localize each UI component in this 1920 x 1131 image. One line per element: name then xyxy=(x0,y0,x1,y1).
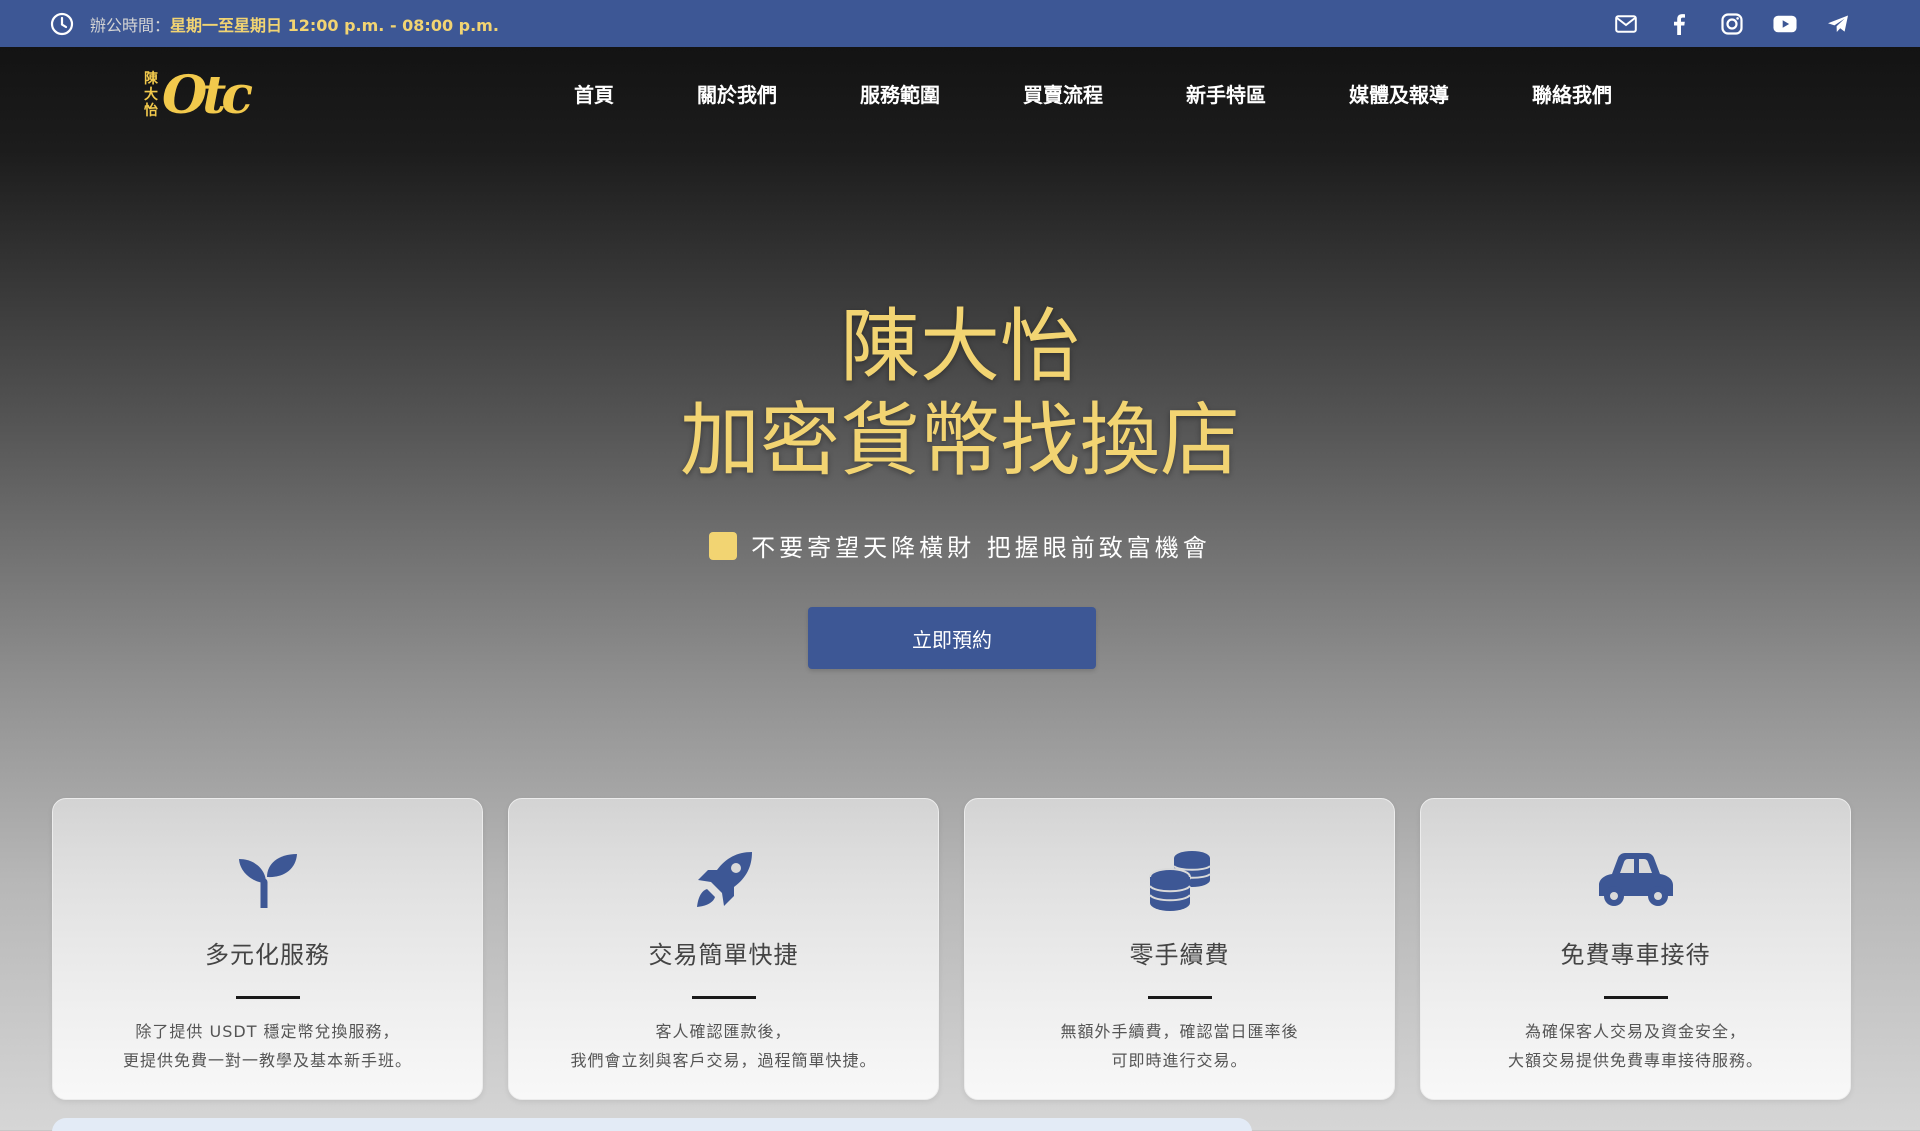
feature-card: 多元化服務 除了提供 USDT 穩定幣兌換服務， 更提供免費一對一教學及基本新手… xyxy=(52,798,483,1100)
site-logo[interactable]: 陳 大 怡 Otc xyxy=(144,63,256,127)
feature-desc-line: 更提供免費一對一教學及基本新手班。 xyxy=(122,1051,412,1070)
logo-chinese-name: 陳 大 怡 xyxy=(144,71,158,119)
hero-subtitle: 不要寄望天降橫財 把握眼前致富機會 xyxy=(0,528,1920,563)
main-nav: 首頁 關於我們 服務範圍 買賣流程 新手特區 媒體及報導 聯絡我們 xyxy=(574,47,1612,139)
feature-cards: 多元化服務 除了提供 USDT 穩定幣兌換服務， 更提供免費一對一教學及基本新手… xyxy=(52,798,1852,1100)
hero-subtitle-text: 不要寄望天降橫財 把握眼前致富機會 xyxy=(751,534,1211,562)
book-now-button[interactable]: 立即預約 xyxy=(808,607,1096,669)
top-bar: 辦公時間：星期一至星期日 12:00 p.m. - 08:00 p.m. xyxy=(0,0,1920,47)
office-hours-text: 辦公時間：星期一至星期日 12:00 p.m. - 08:00 p.m. xyxy=(90,12,499,36)
feature-desc-line: 我們會立刻與客戶交易，過程簡單快捷。 xyxy=(570,1051,877,1070)
office-hours: 辦公時間：星期一至星期日 12:00 p.m. - 08:00 p.m. xyxy=(50,12,499,36)
clock-icon xyxy=(50,12,74,35)
social-links xyxy=(1614,12,1870,36)
coins-icon xyxy=(1140,845,1220,915)
square-bullet-icon xyxy=(709,531,738,560)
mail-icon[interactable] xyxy=(1614,12,1638,36)
telegram-icon[interactable] xyxy=(1826,12,1850,36)
divider xyxy=(1603,996,1668,999)
feature-desc-line: 客人確認匯款後， xyxy=(655,1022,792,1041)
feature-desc-line: 無額外手續費，確認當日匯率後 xyxy=(1060,1022,1299,1041)
divider xyxy=(235,996,300,999)
feature-title: 交易簡單快捷 xyxy=(648,941,799,969)
nav-item-home[interactable]: 首頁 xyxy=(574,79,614,108)
feature-title: 零手續費 xyxy=(1129,941,1230,969)
feature-desc-line: 可即時進行交易。 xyxy=(1111,1051,1248,1070)
feature-card: 免費專車接待 為確保客人交易及資金安全， 大額交易提供免費專車接待服務。 xyxy=(1420,798,1851,1100)
facebook-icon[interactable] xyxy=(1667,12,1691,36)
rocket-icon xyxy=(684,845,764,915)
logo-char: 怡 xyxy=(144,103,158,119)
divider xyxy=(1147,996,1212,999)
office-hours-value: 星期一至星期日 12:00 p.m. - 08:00 p.m. xyxy=(170,15,499,35)
nav-item-about[interactable]: 關於我們 xyxy=(697,79,777,108)
feature-desc-line: 除了提供 USDT 穩定幣兌換服務， xyxy=(135,1022,400,1041)
feature-description: 為確保客人交易及資金安全， 大額交易提供免費專車接待服務。 xyxy=(1508,1017,1763,1075)
feature-card: 交易簡單快捷 客人確認匯款後， 我們會立刻與客戶交易，過程簡單快捷。 xyxy=(508,798,939,1100)
office-hours-label: 辦公時間： xyxy=(90,15,171,35)
hero-title: 陳大怡 加密貨幣找換店 xyxy=(0,300,1920,488)
youtube-icon[interactable] xyxy=(1773,12,1797,36)
logo-char: 陳 xyxy=(144,71,158,87)
logo-char: 大 xyxy=(144,87,158,103)
instagram-icon[interactable] xyxy=(1720,12,1744,36)
feature-description: 無額外手續費，確認當日匯率後 可即時進行交易。 xyxy=(1060,1017,1298,1075)
nav-item-contact[interactable]: 聯絡我們 xyxy=(1532,79,1612,108)
nav-item-services[interactable]: 服務範圍 xyxy=(860,79,940,108)
nav-item-media[interactable]: 媒體及報導 xyxy=(1349,79,1449,108)
feature-description: 除了提供 USDT 穩定幣兌換服務， 更提供免費一對一教學及基本新手班。 xyxy=(123,1017,412,1075)
feature-desc-line: 為確保客人交易及資金安全， xyxy=(1524,1022,1746,1041)
divider xyxy=(691,996,756,999)
hero-title-line1: 陳大怡 xyxy=(840,300,1080,393)
sprout-icon xyxy=(228,845,308,915)
feature-description: 客人確認匯款後， 我們會立刻與客戶交易，過程簡單快捷。 xyxy=(570,1017,876,1075)
car-icon xyxy=(1596,845,1676,915)
feature-desc-line: 大額交易提供免費專車接待服務。 xyxy=(1507,1051,1763,1070)
logo-wordmark: Otc xyxy=(162,64,253,126)
feature-title: 免費專車接待 xyxy=(1560,941,1711,969)
nav-item-beginners[interactable]: 新手特區 xyxy=(1186,79,1266,108)
next-section-panel xyxy=(52,1118,1252,1131)
site-header: 陳 大 怡 Otc 首頁 關於我們 服務範圍 買賣流程 新手特區 媒體及報導 聯… xyxy=(0,47,1920,139)
hero-title-line2: 加密貨幣找換店 xyxy=(680,394,1240,487)
nav-item-process[interactable]: 買賣流程 xyxy=(1023,79,1103,108)
feature-title: 多元化服務 xyxy=(205,941,330,969)
feature-card: 零手續費 無額外手續費，確認當日匯率後 可即時進行交易。 xyxy=(964,798,1395,1100)
